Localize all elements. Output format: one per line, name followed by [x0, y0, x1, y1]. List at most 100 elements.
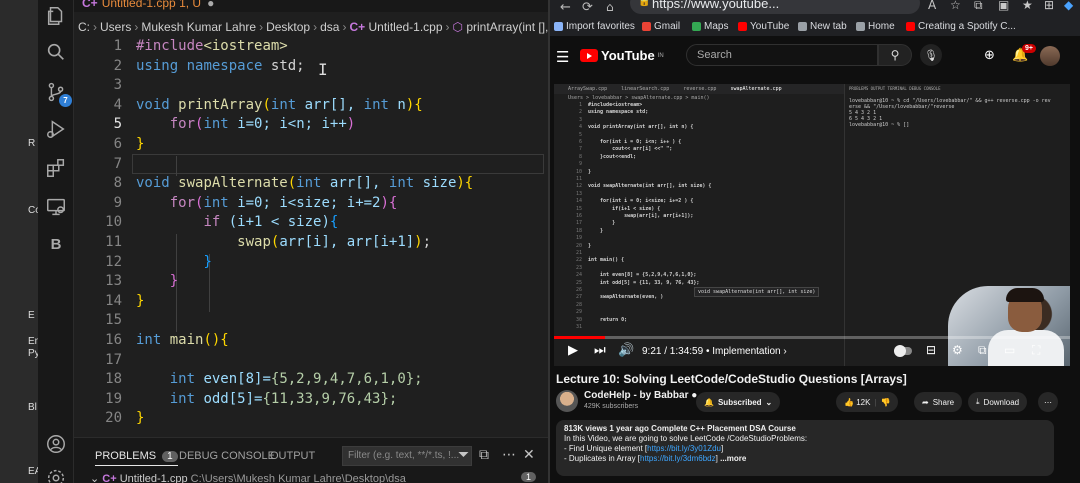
settings-gear-icon[interactable]: ⚙: [952, 343, 963, 357]
extension-b-icon[interactable]: B: [44, 232, 68, 256]
video-signature-hint: void swapAlternate(int arr[], int size): [694, 287, 820, 297]
run-debug-icon[interactable]: [44, 117, 68, 141]
browser-window: ← ⟳ ⌂ 🔒 https://www.youtube... A ☆ ⧉ ▣ ★ …: [548, 0, 1080, 483]
player-controls: ▶ ⏭ 🔊 9:21 / 1:34:59 • Implementation › …: [554, 340, 1070, 364]
description-link[interactable]: https://bit.ly/3dm6bdz: [640, 454, 716, 463]
voice-search-mic-icon[interactable]: 🎙: [920, 44, 942, 66]
video-title: Lecture 10: Solving LeetCode/CodeStudio …: [556, 372, 907, 386]
search-button-icon[interactable]: ⚲: [878, 44, 912, 66]
video-line-number: 30: [575, 316, 582, 323]
theater-mode-icon[interactable]: ▭: [1004, 343, 1015, 357]
favorites-icon[interactable]: ★: [1022, 0, 1033, 12]
bookmark-youtube[interactable]: YouTube: [738, 21, 789, 32]
bookmark-gmail[interactable]: Gmail: [642, 21, 680, 32]
breadcrumb-item[interactable]: C:: [78, 20, 90, 34]
code-editor[interactable]: 1 2 3 4 5 6 7 8 9 10 11 12 13 14 15 16 1…: [74, 38, 548, 433]
video-line-number: 5: [578, 131, 582, 138]
bookmark-spotify[interactable]: Creating a Spotify C...: [906, 21, 1016, 32]
line-number: 11: [105, 234, 122, 250]
hamburger-menu-icon[interactable]: ☰: [556, 48, 569, 66]
dislike-button[interactable]: 👎: [881, 398, 891, 407]
volume-icon[interactable]: 🔊: [618, 343, 634, 358]
collapse-all-icon[interactable]: ⧉: [479, 447, 489, 463]
breadcrumb-item[interactable]: Desktop: [266, 20, 310, 34]
search-icon[interactable]: [44, 40, 68, 64]
tab-output[interactable]: OUTPUT: [270, 450, 315, 462]
channel-name[interactable]: CodeHelp - by Babbar ●: [584, 390, 697, 401]
youtube-search-input[interactable]: Search: [686, 44, 878, 66]
breadcrumb-chevron-icon: ›: [445, 20, 450, 34]
tab-problems[interactable]: PROBLEMS 1: [95, 450, 178, 466]
address-bar[interactable]: 🔒 https://www.youtube...: [630, 0, 920, 14]
share-arrow-icon: ➦: [922, 397, 929, 407]
favorite-star-icon[interactable]: ☆: [950, 0, 961, 12]
breadcrumb-item[interactable]: Untitled-1.cpp: [368, 20, 442, 34]
video-player[interactable]: ArraySwap.cpp linearSearch.cpp reverse.cpp…: [554, 84, 1070, 366]
read-aloud-icon[interactable]: A: [928, 0, 936, 12]
reload-icon[interactable]: ⟳: [582, 0, 593, 15]
share-button[interactable]: ➦ Share: [914, 392, 963, 412]
account-icon[interactable]: [44, 432, 68, 456]
description-line: - Find Unique element [https://bit.ly/3y…: [564, 444, 724, 453]
fullscreen-icon[interactable]: ⛶: [1032, 343, 1040, 358]
subtitles-icon[interactable]: ⊟: [926, 343, 936, 357]
user-avatar[interactable]: [1040, 46, 1060, 66]
play-icon[interactable]: ▶: [568, 343, 578, 358]
problems-filter-input[interactable]: Filter (e.g. text, **/*.ts, !...: [342, 446, 472, 466]
collections-icon[interactable]: ⊞: [1044, 0, 1054, 12]
remote-explorer-icon[interactable]: [44, 195, 68, 219]
breadcrumb-chevron-icon: ›: [313, 20, 318, 34]
channel-avatar[interactable]: [556, 390, 578, 412]
extensions-puzzle-icon[interactable]: ⧉: [974, 0, 983, 13]
close-panel-icon[interactable]: ✕: [523, 447, 535, 463]
show-more-link[interactable]: ...more: [720, 454, 746, 463]
line-number: 12: [105, 253, 122, 270]
description-link[interactable]: https://bit.ly/3y01Zdu: [647, 444, 721, 453]
video-line-number: 24: [575, 272, 582, 279]
back-icon[interactable]: ←: [560, 0, 571, 15]
bookmark-home[interactable]: Home: [856, 21, 895, 32]
home-icon[interactable]: ⌂: [606, 0, 614, 14]
next-video-icon[interactable]: ⏭: [594, 343, 606, 358]
line-number: 18: [105, 371, 122, 388]
video-progress-bar[interactable]: [554, 336, 1070, 339]
bookmark-new-tab[interactable]: New tab: [798, 21, 847, 32]
chapter-title[interactable]: Implementation: [712, 346, 780, 357]
video-editor-breadcrumb: Users > lovebabbar > swapAlternate.cpp >…: [568, 95, 710, 101]
video-description[interactable]: 813K views 1 year ago Complete C++ Place…: [556, 420, 1054, 476]
problem-file-row[interactable]: ⌄ C+ Untitled-1.cpp C:\Users\Mukesh Kuma…: [90, 472, 406, 483]
filter-icon[interactable]: ⏷: [458, 447, 469, 463]
download-button[interactable]: ⤓ Download: [968, 392, 1028, 412]
bookmark-maps[interactable]: Maps: [692, 21, 728, 32]
split-screen-icon[interactable]: ▣: [998, 0, 1009, 12]
copilot-icon[interactable]: ◆: [1064, 0, 1073, 12]
video-code-line: int odd[5] = {11, 33, 9, 76, 43};: [588, 279, 700, 286]
create-video-icon[interactable]: ⊕: [984, 48, 995, 63]
bookmark-import-favorites[interactable]: Import favorites: [554, 21, 635, 32]
cpp-file-icon: C+: [349, 20, 369, 34]
settings-gear-icon[interactable]: [44, 466, 68, 483]
line-number: 10: [105, 214, 122, 231]
youtube-logo[interactable]: YouTube IN: [580, 48, 664, 63]
line-number: 13: [105, 273, 122, 290]
autoplay-toggle[interactable]: [894, 345, 912, 357]
lock-icon: 🔒: [638, 0, 651, 7]
subscribed-button[interactable]: 🔔 Subscribed ⌄: [696, 392, 781, 412]
explorer-icon[interactable]: [44, 4, 68, 28]
like-button[interactable]: 👍 12K: [844, 398, 870, 407]
video-code-line: void printArray(int arr[], int n) {: [588, 124, 694, 131]
editor-tab[interactable]: C+ Untitled-1.cpp 1, U ●: [82, 0, 214, 10]
more-actions-icon[interactable]: ⋯: [502, 447, 516, 463]
breadcrumb-item[interactable]: Mukesh Kumar Lahre: [141, 20, 256, 34]
miniplayer-icon[interactable]: ⧉: [978, 343, 987, 358]
breadcrumb-item[interactable]: dsa: [320, 20, 339, 34]
tab-debug-console[interactable]: DEBUG CONSOLE: [179, 450, 275, 462]
breadcrumb-item[interactable]: Users: [100, 20, 131, 34]
video-line-number: 12: [575, 183, 582, 190]
more-actions-button[interactable]: ⋯: [1038, 392, 1058, 412]
problems-count-badge: 1: [162, 451, 178, 462]
extensions-icon[interactable]: [44, 156, 68, 180]
breadcrumb-item[interactable]: printArray(int [], int): [466, 20, 548, 34]
unsaved-dot-icon[interactable]: ●: [207, 0, 214, 10]
source-control-icon[interactable]: 7: [44, 80, 72, 107]
